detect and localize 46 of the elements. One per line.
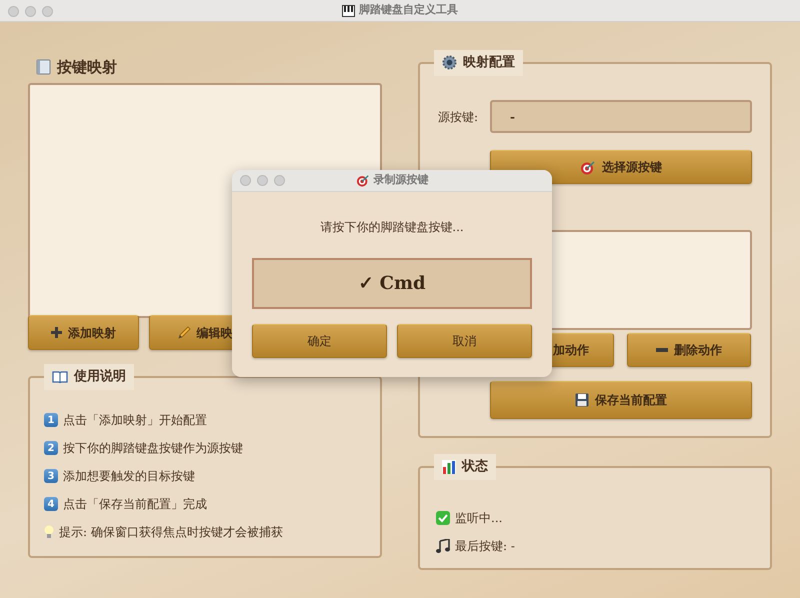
window-control-button[interactable] (25, 6, 36, 17)
step-text: 点击「添加映射」开始配置 (63, 412, 207, 429)
delete-action-button[interactable]: 删除动作 (627, 333, 751, 367)
music-note-icon (436, 539, 450, 553)
plus-icon (51, 327, 62, 338)
notebook-icon (36, 59, 51, 75)
group-title: 状态 (462, 458, 488, 476)
target-icon (580, 160, 596, 174)
window-control-button[interactable] (240, 175, 251, 186)
window-title: 脚踏键盘自定义工具 (359, 2, 458, 18)
pencil-icon (176, 326, 190, 340)
confirm-button[interactable]: 确定 (252, 324, 387, 358)
target-icon (356, 174, 370, 187)
window-control-button[interactable] (274, 175, 285, 186)
group-title: 使用说明 (74, 368, 126, 386)
group-title: 映射配置 (463, 54, 515, 72)
cancel-button[interactable]: 取消 (397, 324, 532, 358)
gear-icon (442, 55, 457, 70)
step-text: 点击「保存当前配置」完成 (63, 496, 207, 513)
step-number: 1 (44, 413, 58, 427)
tip-text: 提示: 确保窗口获得焦点时按键才会被捕获 (59, 524, 283, 541)
panel-heading: 按键映射 (57, 56, 117, 78)
window-control-button[interactable] (8, 6, 19, 17)
last-key-text: 最后按键: - (455, 538, 515, 555)
window-control-button[interactable] (257, 175, 268, 186)
select-source-key-button[interactable]: 选择源按键 (490, 150, 752, 184)
check-icon (436, 511, 450, 525)
window-control-button[interactable] (42, 6, 53, 17)
piano-icon (342, 4, 355, 16)
captured-key-display: ✓ Cmd (252, 258, 532, 309)
status-text: 监听中... (455, 510, 502, 527)
step-text: 添加想要触发的目标按键 (63, 468, 195, 485)
step-text: 按下你的脚踏键盘按键作为源按键 (63, 440, 243, 457)
save-config-button[interactable]: 保存当前配置 (490, 381, 752, 419)
book-icon (52, 370, 68, 383)
step-number: 2 (44, 441, 58, 455)
dialog-prompt: 请按下你的脚踏键盘按键... (320, 220, 464, 234)
light-bulb-icon (44, 525, 54, 539)
step-number: 4 (44, 497, 58, 511)
step-number: 3 (44, 469, 58, 483)
bar-chart-icon (442, 460, 456, 474)
add-mapping-button[interactable]: 添加映射 (28, 315, 139, 350)
source-key-field[interactable]: - (490, 100, 752, 133)
field-label: 源按键: (438, 108, 480, 126)
dialog-title: 录制源按键 (374, 172, 428, 188)
minus-icon (656, 348, 668, 352)
